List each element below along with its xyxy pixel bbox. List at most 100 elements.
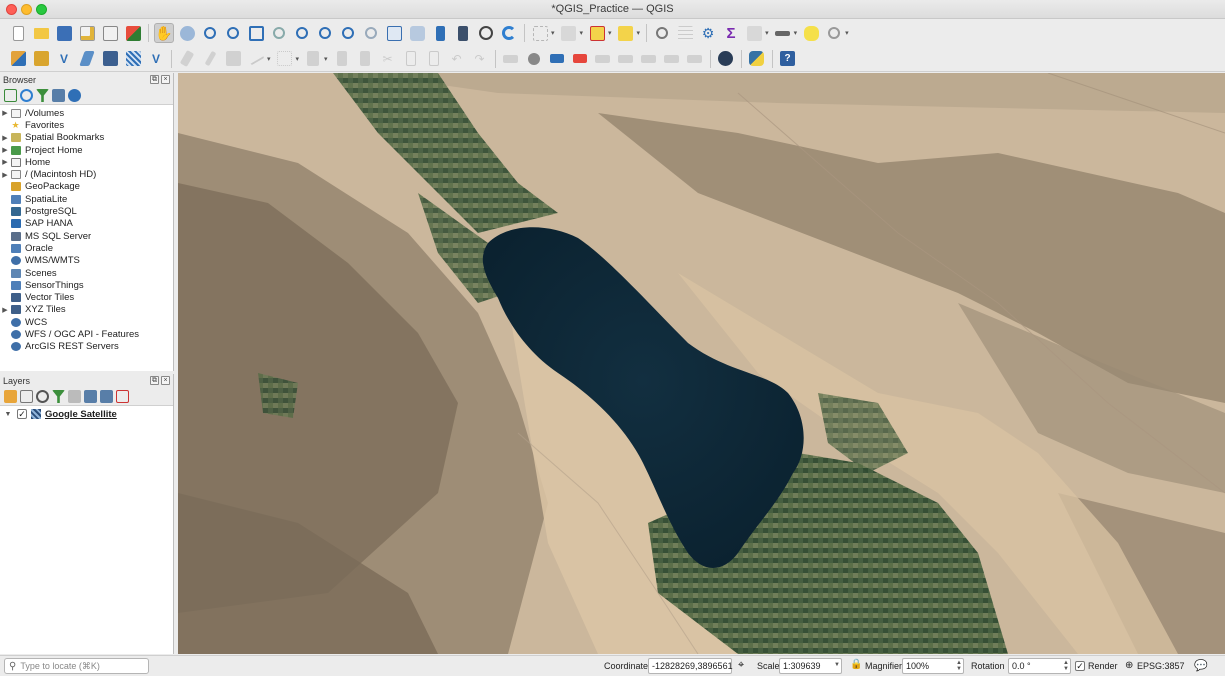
browser-item[interactable]: ▶ XYZ Tiles [0, 304, 173, 316]
browser-item[interactable]: WMS/WMTS [0, 255, 173, 267]
minimize-window-button[interactable] [21, 4, 32, 15]
coordinate-field[interactable]: -12828269,3896561 [648, 658, 733, 674]
quickmapservices-icon[interactable] [716, 49, 736, 69]
browser-item[interactable]: ▶ Spatial Bookmarks [0, 132, 173, 144]
new-project-icon[interactable] [8, 23, 28, 43]
toggle-editing-icon[interactable] [200, 49, 220, 69]
browser-item[interactable]: GeoPackage [0, 181, 173, 193]
layer-labeling-icon[interactable] [524, 49, 544, 69]
zoom-native-icon[interactable] [315, 23, 335, 43]
expand-arrow-icon[interactable]: ▶ [0, 171, 10, 179]
browser-item[interactable]: ▶ /Volumes [0, 107, 173, 119]
browser-item[interactable]: SensorThings [0, 279, 173, 291]
trash-icon[interactable] [355, 49, 375, 69]
browser-item[interactable]: Vector Tiles [0, 291, 173, 303]
browser-item[interactable]: SAP HANA [0, 218, 173, 230]
layer-visibility-checkbox[interactable]: ✓ [17, 409, 27, 419]
new-temp-layer-icon[interactable]: V [146, 49, 166, 69]
new-mesh-layer-icon[interactable] [123, 49, 143, 69]
locate-icon[interactable] [824, 23, 844, 43]
save-project-icon[interactable] [54, 23, 74, 43]
rotate-label-icon[interactable] [616, 49, 636, 69]
open-project-icon[interactable] [31, 23, 51, 43]
zoom-in-icon[interactable] [200, 23, 220, 43]
zoom-to-layer-icon[interactable] [292, 23, 312, 43]
add-group-icon[interactable] [20, 390, 33, 403]
show-hide-labels-icon[interactable] [685, 49, 705, 69]
expand-arrow-icon[interactable]: ▶ [0, 134, 10, 142]
current-edits-icon[interactable] [177, 49, 197, 69]
remove-layer-icon[interactable] [116, 390, 129, 403]
zoom-to-selection-icon[interactable] [269, 23, 289, 43]
expand-arrow-icon[interactable]: ▶ [0, 109, 10, 117]
processing-toolbox-icon[interactable]: ⚙ [698, 23, 718, 43]
select-features-icon[interactable] [530, 23, 550, 43]
zoom-last-icon[interactable] [338, 23, 358, 43]
new-spatialite-layer-icon[interactable] [77, 49, 97, 69]
magnifier-spinbox[interactable]: 100% ▲ ▼ [902, 658, 964, 674]
browser-item[interactable]: MS SQL Server [0, 230, 173, 242]
manage-themes-icon[interactable] [36, 390, 49, 403]
vertex-tool-icon[interactable] [275, 49, 295, 69]
select-location-icon[interactable] [616, 23, 636, 43]
select-value-icon[interactable] [559, 23, 579, 43]
rotation-spinbox[interactable]: 0.0 ° ▲ ▼ [1008, 658, 1071, 674]
new-geopackage-layer-icon[interactable] [31, 49, 51, 69]
crs-globe-icon[interactable]: ⊕ [1125, 660, 1133, 671]
new-virtual-layer-icon[interactable] [100, 49, 120, 69]
pan-to-selection-icon[interactable] [177, 23, 197, 43]
browser-item[interactable]: ▶ Project Home [0, 144, 173, 156]
move-label-icon[interactable] [593, 49, 613, 69]
render-checkbox[interactable]: ✓ [1075, 661, 1085, 671]
browser-item[interactable]: Oracle [0, 242, 173, 254]
close-window-button[interactable] [6, 4, 17, 15]
maximize-window-button[interactable] [36, 4, 47, 15]
scale-combobox[interactable]: 1:309639 ▼ [779, 658, 842, 674]
style-manager-icon[interactable] [123, 23, 143, 43]
show-labels-icon[interactable] [570, 49, 590, 69]
float-panel-icon[interactable]: ⧉ [150, 75, 159, 84]
zoom-full-icon[interactable] [246, 23, 266, 43]
map-tips-icon[interactable] [801, 23, 821, 43]
browser-item[interactable]: ArcGIS REST Servers [0, 341, 173, 353]
measure-icon[interactable] [773, 23, 793, 43]
toggle-extents-icon[interactable]: ⌖ [738, 659, 744, 672]
collapse-all-icon[interactable] [100, 390, 113, 403]
save-edits-icon[interactable] [223, 49, 243, 69]
redo-icon[interactable]: ↷ [470, 49, 490, 69]
expand-all-icon[interactable] [84, 390, 97, 403]
statistics-icon[interactable]: Σ [721, 23, 741, 43]
delete-selected-icon[interactable] [332, 49, 352, 69]
expand-arrow-icon[interactable]: ▶ [0, 306, 10, 314]
new-bookmark-icon[interactable] [430, 23, 450, 43]
enable-properties-icon[interactable] [68, 89, 81, 102]
filter-icon[interactable] [36, 89, 49, 102]
browser-item[interactable]: WFS / OGC API - Features [0, 328, 173, 340]
filter-legend-icon[interactable] [52, 390, 65, 403]
browser-item[interactable]: ★ Favorites [0, 119, 173, 131]
temporal-controller-icon[interactable] [476, 23, 496, 43]
expand-arrow-icon[interactable]: ▶ [0, 158, 10, 166]
help-icon[interactable]: ? [778, 49, 798, 69]
field-calculator-icon[interactable] [744, 23, 764, 43]
modify-attributes-icon[interactable] [303, 49, 323, 69]
undo-icon[interactable]: ↶ [447, 49, 467, 69]
messages-icon[interactable]: 💬 [1194, 659, 1208, 672]
refresh-icon[interactable] [499, 23, 519, 43]
map-canvas[interactable] [178, 73, 1225, 654]
label-toolbar-icon[interactable] [501, 49, 521, 69]
new-map-view-icon[interactable] [384, 23, 404, 43]
paste-icon[interactable] [424, 49, 444, 69]
pan-map-icon[interactable]: ✋ [154, 23, 174, 43]
zoom-next-icon[interactable] [361, 23, 381, 43]
deselect-features-icon[interactable] [587, 23, 607, 43]
float-panel-icon[interactable]: ⧉ [150, 376, 159, 385]
digitize-icon[interactable] [246, 49, 266, 69]
add-layer-icon[interactable] [4, 89, 17, 102]
zoom-out-icon[interactable] [223, 23, 243, 43]
browser-item[interactable]: PostgreSQL [0, 205, 173, 217]
show-bookmarks-icon[interactable] [453, 23, 473, 43]
lock-scale-icon[interactable]: 🔒 [850, 659, 862, 670]
expand-arrow-icon[interactable]: ▶ [0, 146, 10, 154]
pin-unpin-icon[interactable] [662, 49, 682, 69]
